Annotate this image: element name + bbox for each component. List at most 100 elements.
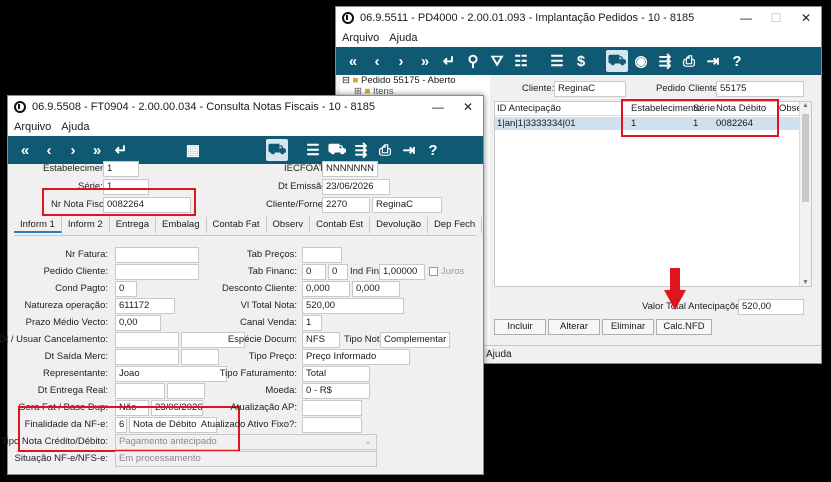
tab-devolucao[interactable]: Devolução — [370, 217, 429, 233]
print-icon[interactable]: ⎙ — [374, 139, 396, 161]
desconto-a-field[interactable]: 0,000 — [302, 281, 350, 297]
tab-dep-fech[interactable]: Dep Fech — [428, 217, 483, 233]
hr-entrega-field[interactable] — [167, 383, 205, 399]
delivery-icon[interactable]: ⛟ — [326, 139, 348, 161]
tipo-fat-field[interactable]: Total — [302, 366, 370, 382]
estabelecimento-field[interactable]: 1 — [103, 161, 139, 177]
dt-entrega-label: Dt Entrega Real: — [37, 385, 108, 396]
especie-field[interactable]: NFS — [302, 332, 340, 348]
world-icon[interactable]: ◉ — [630, 50, 652, 72]
eliminar-button[interactable]: Eliminar — [602, 319, 654, 335]
cliente-code-field[interactable]: 2270 — [322, 197, 370, 213]
prev-record-icon[interactable]: ‹ — [38, 139, 60, 161]
first-record-icon[interactable]: « — [14, 139, 36, 161]
tab-inform-1[interactable]: Inform 1 — [14, 217, 62, 233]
tab-entrega[interactable]: Entrega — [110, 217, 156, 233]
exit-icon[interactable]: ⇥ — [702, 50, 724, 72]
tab-financ-b-field[interactable]: 0 — [328, 264, 348, 280]
representante-label: Representante: — [43, 368, 108, 379]
tab-financ-a-field[interactable]: 0 — [302, 264, 326, 280]
export-icon[interactable]: ⇶ — [350, 139, 372, 161]
tab-observ[interactable]: Observ — [267, 217, 311, 233]
cliente-name-field[interactable]: ReginaC — [372, 197, 442, 213]
last-record-icon[interactable]: » — [414, 50, 436, 72]
pedido-cliente-field[interactable] — [115, 264, 199, 280]
print-icon[interactable]: ⎙ — [678, 50, 700, 72]
tipo-fat-label: Tipo Faturamento: — [219, 368, 297, 379]
menu-ajuda[interactable]: Ajuda — [61, 121, 89, 133]
cond-pagto-field[interactable]: 0 — [115, 281, 137, 297]
prazo-field[interactable]: 0,00 — [115, 315, 161, 331]
filter-icon[interactable]: ⛛ — [486, 50, 508, 72]
tab-precos-field[interactable] — [302, 247, 342, 263]
tab-contab-fat[interactable]: Contab Fat — [207, 217, 267, 233]
iecfoat-field[interactable]: NNNNNNN — [322, 161, 378, 177]
maximize-button[interactable]: ☐ — [761, 11, 791, 25]
situacao-field[interactable]: Em processamento — [115, 451, 377, 467]
export-icon[interactable]: ⇶ — [654, 50, 676, 72]
last-record-icon[interactable]: » — [86, 139, 108, 161]
help-icon[interactable]: ? — [422, 139, 444, 161]
goto-icon[interactable]: ↵ — [110, 139, 132, 161]
close-button[interactable]: ✕ — [791, 11, 821, 25]
red-arrow-icon — [664, 268, 686, 310]
representante-field[interactable]: Joao — [115, 366, 227, 382]
nr-fatura-field[interactable] — [115, 247, 199, 263]
prev-record-icon[interactable]: ‹ — [366, 50, 388, 72]
calc-nfd-button[interactable]: Calc.NFD — [656, 319, 712, 335]
tipo-preco-field[interactable]: Preço Informado — [302, 349, 410, 365]
pedido-cliente-field[interactable]: 55175 — [716, 81, 804, 97]
settings-sliders-icon[interactable]: ☷ — [510, 50, 532, 72]
nr-fatura-label: Nr Fatura: — [65, 249, 108, 260]
next-record-icon[interactable]: › — [62, 139, 84, 161]
tab-embalag[interactable]: Embalag — [156, 217, 207, 233]
desconto-label: Desconto Cliente: — [222, 283, 297, 294]
col-id[interactable]: ID Antecipação — [497, 103, 561, 114]
vl-total-field[interactable]: 520,00 — [302, 298, 404, 314]
search-icon[interactable]: ⚲ — [462, 50, 484, 72]
dt-emissao-field[interactable]: 23/06/2026 — [322, 179, 390, 195]
first-record-icon[interactable]: « — [342, 50, 364, 72]
moeda-field[interactable]: 0 - R$ — [302, 383, 370, 399]
goto-icon[interactable]: ↵ — [438, 50, 460, 72]
tab-inform-2[interactable]: Inform 2 — [62, 217, 110, 233]
dt-entrega-field[interactable] — [115, 383, 165, 399]
dt-cancel-field[interactable] — [115, 332, 179, 348]
hr-saida-field[interactable] — [181, 349, 219, 365]
atualizacao-field[interactable] — [302, 400, 362, 416]
especie-label: Espécie Docum: — [227, 334, 297, 345]
next-record-icon[interactable]: › — [390, 50, 412, 72]
minimize-button[interactable]: — — [731, 11, 761, 25]
help-icon[interactable]: ? — [726, 50, 748, 72]
cliente-field[interactable]: ReginaC — [554, 81, 626, 97]
desconto-b-field[interactable]: 0,000 — [352, 281, 400, 297]
tipo-nota-field[interactable]: Complementar — [380, 332, 450, 348]
document-icon[interactable]: ☰ — [546, 50, 568, 72]
atualizado-field[interactable] — [302, 417, 362, 433]
dt-usuar-label: Dt / Usuar Cancelamento: — [0, 334, 108, 345]
truck-icon[interactable]: ⛟ — [606, 50, 628, 72]
dt-saida-field[interactable] — [115, 349, 179, 365]
alterar-button[interactable]: Alterar — [548, 319, 600, 335]
tab-strip: Inform 1 Inform 2 Entrega Embalag Contab… — [14, 217, 483, 233]
exit-icon[interactable]: ⇥ — [398, 139, 420, 161]
money-icon[interactable]: $ — [570, 50, 592, 72]
ind-fin-field[interactable]: 1,00000 — [379, 264, 425, 280]
minimize-button[interactable]: — — [423, 100, 453, 114]
book-icon[interactable]: ☰ — [302, 139, 324, 161]
vertical-scrollbar[interactable]: ▲ ▼ — [799, 102, 811, 286]
title-bar: 06.9.5508 - FT0904 - 2.00.00.034 - Consu… — [8, 96, 483, 118]
menu-arquivo[interactable]: Arquivo — [14, 121, 51, 133]
menu-arquivo[interactable]: Arquivo — [342, 32, 379, 44]
close-button[interactable]: ✕ — [453, 100, 483, 114]
tab-contab-est[interactable]: Contab Est — [310, 217, 371, 233]
incluir-button[interactable]: Incluir — [494, 319, 546, 335]
valor-total-field[interactable]: 520,00 — [738, 299, 804, 315]
grid-icon[interactable]: ▦ — [182, 139, 204, 161]
natureza-field[interactable]: 611172 — [115, 298, 175, 314]
menu-ajuda[interactable]: Ajuda — [389, 32, 417, 44]
juros-checkbox[interactable]: Juros — [429, 266, 464, 277]
truck-icon[interactable]: ⛟ — [266, 139, 288, 161]
canal-field[interactable]: 1 — [302, 315, 322, 331]
tree-node-pedido[interactable]: ⊟ ■ Pedido 55175 - Aberto — [340, 75, 490, 86]
